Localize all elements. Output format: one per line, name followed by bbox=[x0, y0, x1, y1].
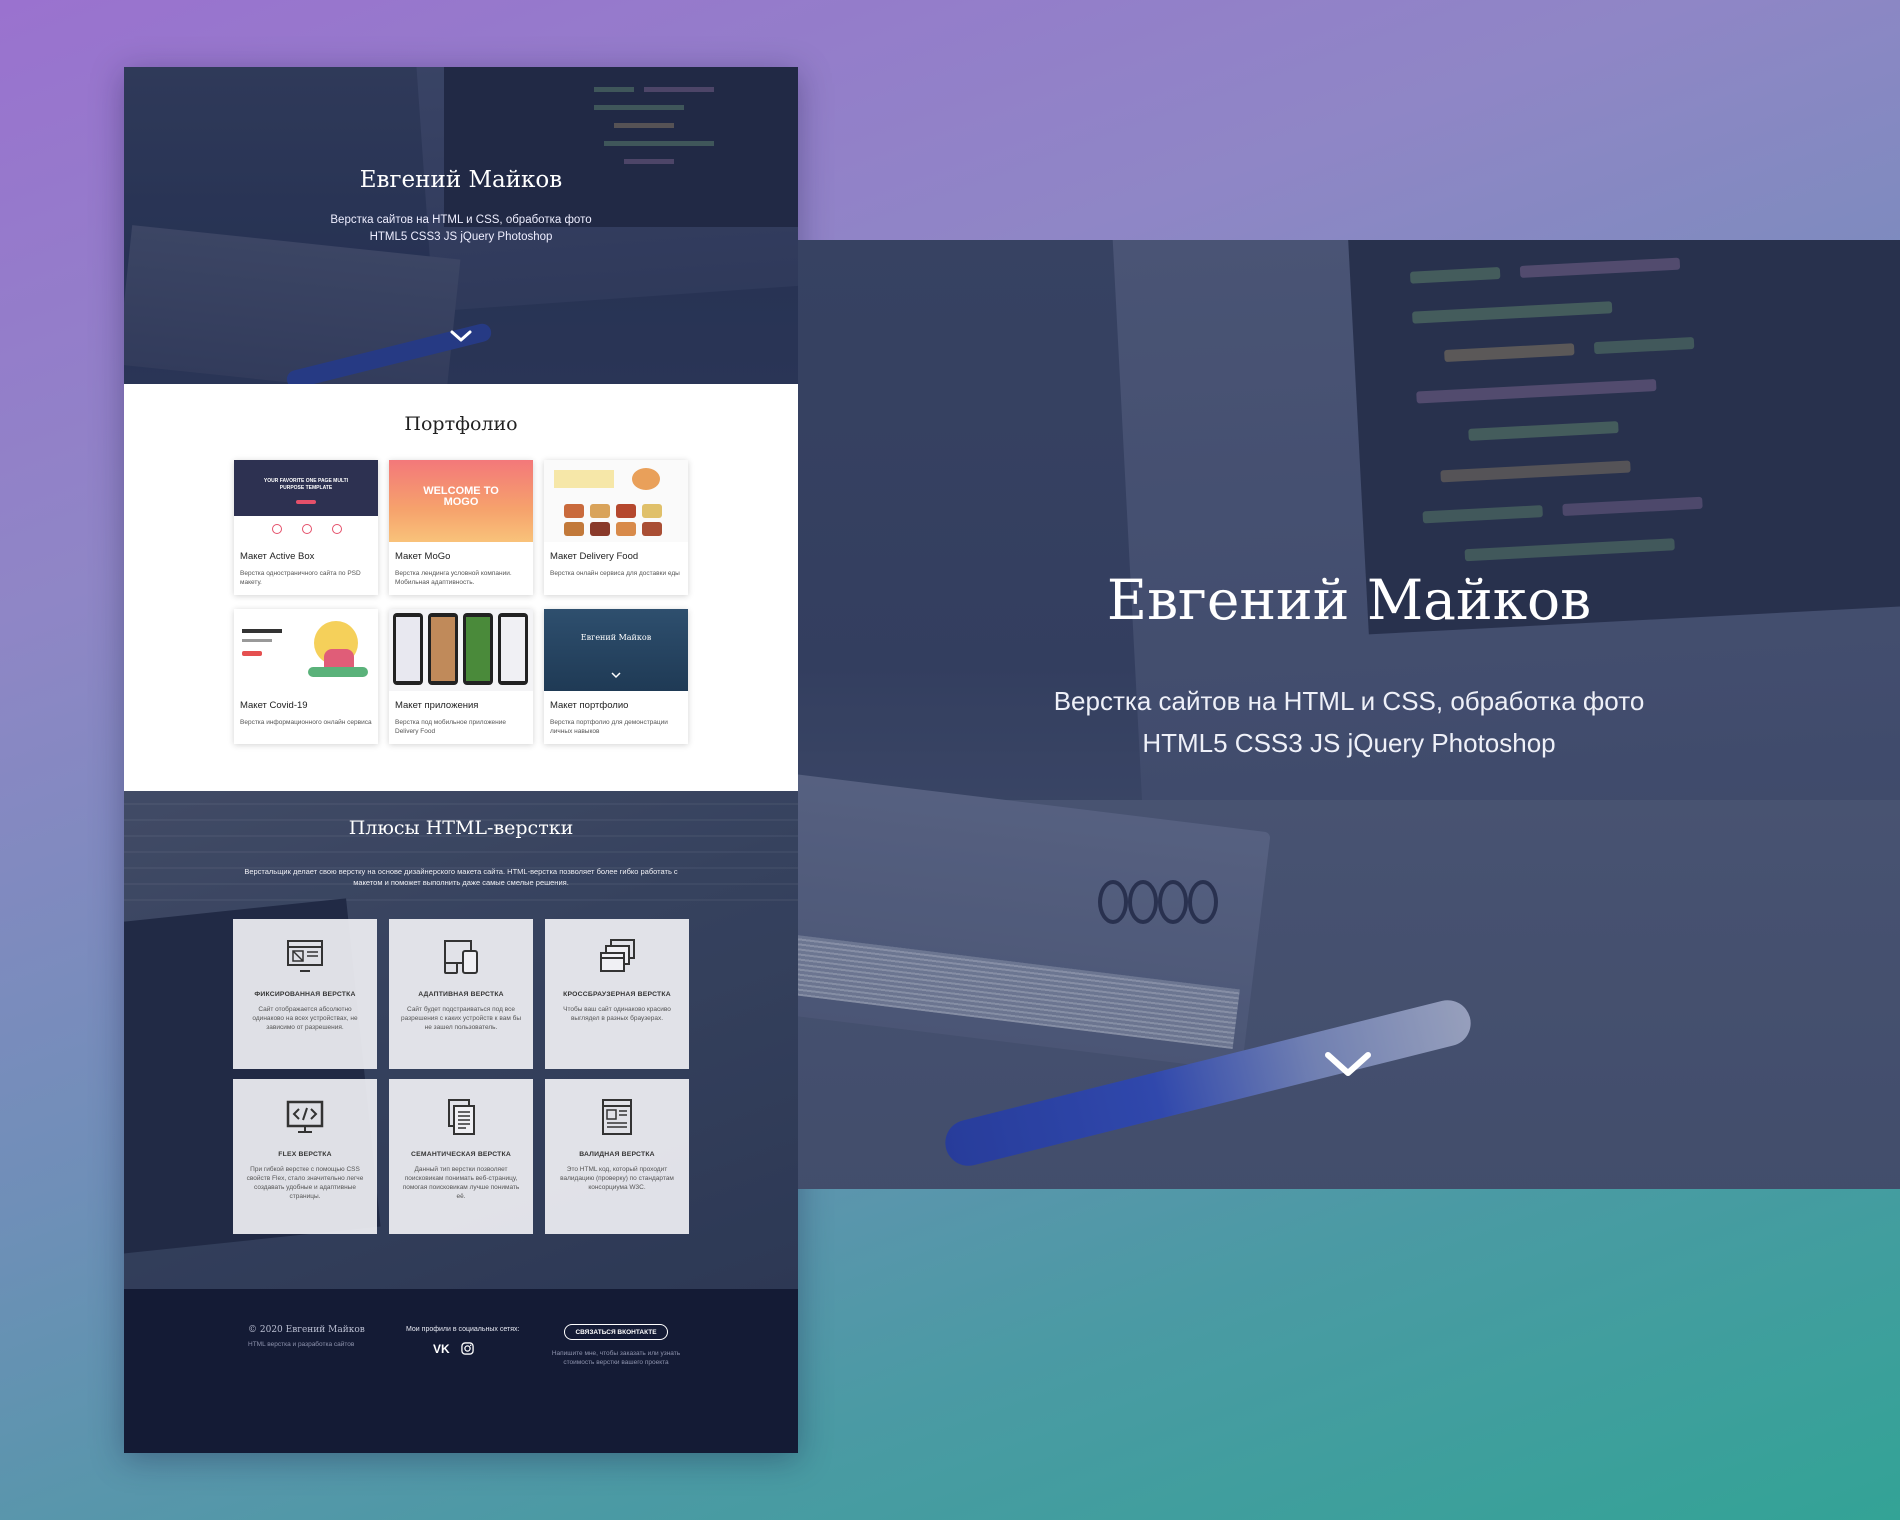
advantages-section: Плюсы HTML-верстки Верстальщик делает св… bbox=[124, 791, 798, 1289]
footer-copyright: © 2020 Евгений Майков bbox=[248, 1325, 365, 1335]
contact-note-line1: Напишите мне, чтобы заказать или узнать bbox=[551, 1350, 681, 1357]
hero-subtitle: Верстка сайтов на HTML и CSS, обработка … bbox=[124, 212, 798, 246]
portfolio-card-active-box[interactable]: YOUR FAVORITE ONE PAGE MULTI PURPOSE TEM… bbox=[234, 460, 378, 595]
portfolio-thumb: Евгений Майков bbox=[544, 609, 688, 691]
devices-icon bbox=[444, 940, 478, 974]
documents-icon bbox=[448, 1099, 475, 1135]
portfolio-card-title: Макет Active Box bbox=[240, 551, 315, 562]
portfolio-card-title: Макет Covid-19 bbox=[240, 700, 308, 711]
portfolio-card-title: Макет MoGo bbox=[395, 551, 451, 562]
portfolio-card-mogo[interactable]: WELCOME TO MOGO Макет MoGo Верстка ленди… bbox=[389, 460, 533, 595]
chevron-down-icon bbox=[611, 672, 621, 679]
portfolio-card-desc: Верстка одностраничного сайта по PSD мак… bbox=[240, 570, 361, 586]
hero-zoom-name: Евгений Майков bbox=[1106, 568, 1592, 632]
hero-section: Евгений Майков Верстка сайтов на HTML и … bbox=[124, 67, 798, 384]
feature-card-adaptive: АДАПТИВНАЯ ВЕРСТКА Сайт будет подстраива… bbox=[389, 919, 533, 1069]
layout-icon bbox=[287, 940, 323, 972]
thumb-caption: Евгений Майков bbox=[580, 633, 652, 642]
advantages-desc: Верстальщик делает свою верстку на основ… bbox=[224, 866, 698, 888]
portfolio-card-app[interactable]: Макет приложения Верстка под мобильное п… bbox=[389, 609, 533, 744]
advantages-desc-line1: Верстальщик делает свою верстку на основ… bbox=[244, 867, 678, 876]
portfolio-card-desc: Верстка информационного онлайн сервиса bbox=[240, 719, 372, 726]
valid-page-icon bbox=[602, 1099, 632, 1135]
feature-card-fixed: ФИКСИРОВАННАЯ ВЕРСТКА Сайт отображается … bbox=[233, 919, 377, 1069]
hero-zoom-subtitle-line2: HTML5 CSS3 JS jQuery Photoshop bbox=[1142, 728, 1556, 758]
portfolio-thumb bbox=[234, 609, 378, 691]
thumb-caption: YOUR FAVORITE ONE PAGE MULTI PURPOSE TEM… bbox=[263, 478, 349, 491]
feature-title: КРОССБРАУЗЕРНАЯ ВЕРСТКА bbox=[563, 991, 671, 998]
advantages-title: Плюсы HTML-верстки bbox=[348, 817, 574, 839]
feature-card-semantic: СЕМАНТИЧЕСКАЯ ВЕРСТКА Данный тип верстки… bbox=[389, 1079, 533, 1234]
contact-vk-button[interactable]: СВЯЗАТЬСЯ ВКОНТАКТЕ bbox=[564, 1324, 668, 1340]
hero-zoom: Евгений Майков Верстка сайтов на HTML и … bbox=[798, 240, 1900, 1189]
browser-windows-icon bbox=[600, 939, 635, 972]
portfolio-card-portfolio[interactable]: Евгений Майков Макет портфолио Верстка п… bbox=[544, 609, 688, 744]
vk-icon[interactable]: VK bbox=[433, 1342, 450, 1356]
hero-subtitle-line2: HTML5 CSS3 JS jQuery Photoshop bbox=[369, 231, 553, 243]
portfolio-card-title: Макет приложения bbox=[395, 700, 479, 711]
portfolio-card-desc: Верстка под мобильное приложение Deliver… bbox=[395, 719, 507, 735]
feature-title: СЕМАНТИЧЕСКАЯ ВЕРСТКА bbox=[411, 1151, 511, 1158]
feature-title: FLEX ВЕРСТКА bbox=[278, 1151, 332, 1158]
feature-card-valid: ВАЛИДНАЯ ВЕРСТКА Это HTML код, который п… bbox=[545, 1079, 689, 1234]
footer: © 2020 Евгений Майков HTML верстка и раз… bbox=[124, 1289, 798, 1453]
portfolio-card-title: Макет портфолио bbox=[550, 700, 629, 711]
feature-card-crossbrowser: КРОССБРАУЗЕРНАЯ ВЕРСТКА Чтобы ваш сайт о… bbox=[545, 919, 689, 1069]
portfolio-thumb bbox=[389, 609, 533, 691]
feature-card-flex: FLEX ВЕРСТКА При гибкой верстке с помощь… bbox=[233, 1079, 377, 1234]
portfolio-card-title: Макет Delivery Food bbox=[550, 551, 639, 562]
hero-zoom-subtitle-line1: Верстка сайтов на HTML и CSS, обработка … bbox=[1053, 686, 1645, 716]
social-label: Мои профили в социальных сетях: bbox=[406, 1326, 520, 1333]
portfolio-section: Портфолио YOUR FAVORITE ONE PAGE MULTI P… bbox=[124, 384, 798, 791]
portfolio-card-delivery-food[interactable]: Макет Delivery Food Верстка онлайн серви… bbox=[544, 460, 688, 595]
portfolio-title: Портфолио bbox=[404, 413, 518, 435]
page-mockup: Евгений Майков Верстка сайтов на HTML и … bbox=[124, 67, 798, 1453]
contact-note-line2: стоимость верстки вашего проекта bbox=[563, 1359, 669, 1366]
portfolio-thumb: WELCOME TO MOGO bbox=[389, 460, 533, 542]
feature-desc: Чтобы ваш сайт одинаково красиво выгляде… bbox=[563, 1006, 671, 1022]
contact-note: Напишите мне, чтобы заказать или узнать … bbox=[544, 1349, 688, 1367]
feature-title: ФИКСИРОВАННАЯ ВЕРСТКА bbox=[254, 991, 356, 998]
feature-desc: Сайт будет подстраиваться под все разреш… bbox=[401, 1006, 521, 1031]
chevron-down-icon[interactable] bbox=[1320, 1045, 1376, 1085]
feature-desc: Это HTML код, который проходит валидацию… bbox=[560, 1166, 674, 1191]
portfolio-card-desc: Верстка портфолио для демонстрации личны… bbox=[550, 719, 668, 735]
portfolio-thumb: YOUR FAVORITE ONE PAGE MULTI PURPOSE TEM… bbox=[234, 460, 378, 542]
code-monitor-icon bbox=[286, 1100, 324, 1133]
feature-desc: При гибкой верстке с помощью CSS свойств… bbox=[246, 1166, 364, 1200]
feature-desc: Сайт отображается абсолютно одинаково на… bbox=[252, 1006, 358, 1031]
thumb-caption: WELCOME TO MOGO bbox=[423, 485, 499, 508]
footer-tagline: HTML верстка и разработка сайтов bbox=[248, 1341, 355, 1348]
advantages-desc-line2: макетом и поможет выполнить даже самые с… bbox=[353, 878, 569, 887]
hero-zoom-subtitle: Верстка сайтов на HTML и CSS, обработка … bbox=[798, 680, 1900, 764]
hero-subtitle-line1: Верстка сайтов на HTML и CSS, обработка … bbox=[330, 214, 592, 226]
chevron-down-icon[interactable] bbox=[446, 325, 476, 347]
hero-name: Евгений Майков bbox=[359, 167, 563, 193]
feature-desc: Данный тип верстки позволяет поисковикам… bbox=[402, 1166, 520, 1200]
portfolio-thumb bbox=[544, 460, 688, 542]
feature-title: АДАПТИВНАЯ ВЕРСТКА bbox=[418, 991, 504, 998]
portfolio-card-covid[interactable]: Макет Covid-19 Верстка информационного о… bbox=[234, 609, 378, 744]
portfolio-card-desc: Верстка онлайн сервиса для доставки еды bbox=[550, 570, 680, 577]
portfolio-card-desc: Верстка лендинга условной компании. Моби… bbox=[395, 570, 512, 586]
instagram-icon[interactable] bbox=[461, 1342, 474, 1355]
feature-title: ВАЛИДНАЯ ВЕРСТКА bbox=[579, 1151, 655, 1158]
